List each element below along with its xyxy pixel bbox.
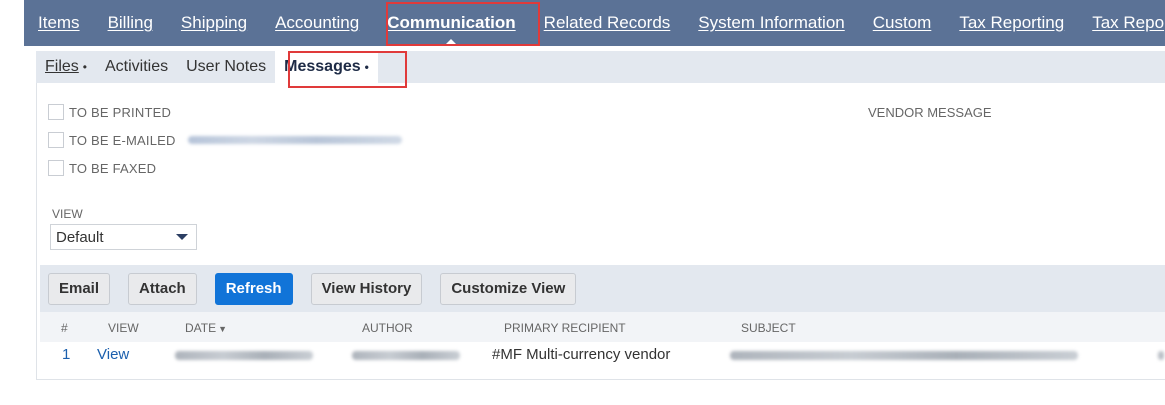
view-history-button[interactable]: View History (310, 272, 423, 305)
redacted-subject (730, 351, 1078, 360)
col-date-header[interactable]: DATE ▼ (185, 321, 227, 335)
to-be-faxed-row: TO BE FAXED (48, 160, 156, 176)
to-be-emailed-checkbox[interactable] (48, 132, 64, 148)
to-be-printed-label: TO BE PRINTED (69, 104, 172, 120)
subtab-files-label: Files (45, 58, 79, 75)
subtab-messages-label: Messages (284, 58, 361, 75)
redacted-author (352, 351, 460, 360)
col-primary-recipient-header: PRIMARY RECIPIENT (504, 321, 626, 335)
view-select-value: Default (56, 228, 104, 246)
subtab-files[interactable]: Files • (36, 51, 96, 83)
to-be-printed-row: TO BE PRINTED (48, 104, 171, 120)
col-author-header: AUTHOR (362, 321, 413, 335)
to-be-emailed-label: TO BE E-MAILED (69, 132, 176, 148)
chevron-down-icon (176, 234, 188, 240)
tab-items[interactable]: Items (24, 0, 94, 46)
to-be-faxed-checkbox[interactable] (48, 160, 64, 176)
subtab-user-notes[interactable]: User Notes (177, 51, 275, 83)
tab-tax-reporting[interactable]: Tax Reporting (945, 0, 1078, 46)
tab-communication[interactable]: Communication (373, 0, 529, 46)
attach-button[interactable]: Attach (128, 272, 197, 305)
view-label: VIEW (52, 207, 83, 221)
view-select[interactable]: Default (50, 224, 197, 250)
col-date-label: DATE (185, 321, 217, 335)
refresh-button[interactable]: Refresh (214, 272, 293, 305)
messages-table-header: # VIEW DATE ▼ AUTHOR PRIMARY RECIPIENT SU… (40, 312, 1165, 342)
to-be-printed-checkbox[interactable] (48, 104, 64, 120)
table-row: 1 View #MF Multi-currency vendor (40, 342, 1165, 368)
col-num-header: # (61, 321, 68, 335)
subtab-files-dot: • (82, 60, 87, 74)
col-subject-header: SUBJECT (741, 321, 796, 335)
col-view-header: VIEW (108, 321, 139, 335)
subtab-messages-dot: • (364, 60, 369, 74)
tab-custom[interactable]: Custom (859, 0, 946, 46)
tab-accounting[interactable]: Accounting (261, 0, 373, 46)
redacted-email (187, 136, 402, 144)
vendor-message-label: VENDOR MESSAGE (868, 105, 992, 120)
tab-system-information[interactable]: System Information (684, 0, 858, 46)
subtab-activities[interactable]: Activities (96, 51, 177, 83)
redacted-date (175, 351, 313, 360)
row-view-link[interactable]: View (97, 346, 129, 363)
record-tab-bar: Items Billing Shipping Accounting Commun… (24, 0, 1165, 46)
subtab-messages[interactable]: Messages • (275, 51, 378, 83)
row-number: 1 (62, 346, 71, 363)
sort-desc-icon: ▼ (218, 324, 228, 334)
tab-related-records[interactable]: Related Records (530, 0, 685, 46)
redacted-overflow (1158, 351, 1164, 360)
customize-view-button[interactable]: Customize View (440, 272, 577, 305)
to-be-emailed-row: TO BE E-MAILED (48, 132, 402, 148)
email-button[interactable]: Email (48, 272, 111, 305)
tab-shipping[interactable]: Shipping (167, 0, 261, 46)
row-primary-recipient: #MF Multi-currency vendor (492, 346, 671, 363)
tab-billing[interactable]: Billing (94, 0, 167, 46)
messages-toolbar: Email Attach Refresh View History Custom… (40, 265, 1165, 312)
to-be-faxed-label: TO BE FAXED (69, 160, 157, 176)
subtab-bar: Files • Activities User Notes Messages • (36, 51, 1165, 83)
tab-tax-repo-truncated[interactable]: Tax Repo (1078, 0, 1165, 46)
